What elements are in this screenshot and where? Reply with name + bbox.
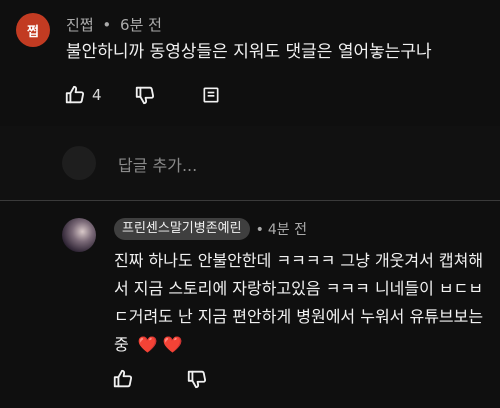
avatar[interactable]: 쩝 <box>16 13 50 47</box>
comment-meta: 진쩝 • 6분 전 <box>66 14 162 35</box>
reply-time[interactable]: 4분 전 <box>268 222 307 238</box>
thumbs-up-icon <box>113 369 133 388</box>
dislike-button[interactable] <box>132 82 158 108</box>
reply-input[interactable]: 답글 추가... <box>118 152 197 176</box>
thumbs-down-icon <box>135 86 154 105</box>
like-count: 4 <box>92 86 102 104</box>
comments-panel: 쩝 진쩝 • 6분 전 불안하니까 동영상들은 지워도 댓글은 열어놓는구나 4 <box>0 0 500 408</box>
channel-name-badge[interactable]: 프린센스말기병존예린 <box>114 218 250 240</box>
thumbs-up-icon <box>65 85 85 104</box>
meta-separator: • <box>255 222 264 238</box>
user-avatar <box>62 146 96 180</box>
like-button[interactable] <box>110 366 136 392</box>
meta-separator: • <box>102 16 112 34</box>
add-reply-row: 답글 추가... <box>0 126 500 201</box>
reply-avatar[interactable] <box>62 218 96 252</box>
thumbs-down-icon <box>187 370 207 389</box>
author-name[interactable]: 진쩝 <box>66 16 94 34</box>
dislike-button[interactable] <box>184 366 210 392</box>
reply-button[interactable] <box>198 82 224 108</box>
comment: 쩝 진쩝 • 6분 전 불안하니까 동영상들은 지워도 댓글은 열어놓는구나 4 <box>0 0 500 126</box>
reply-meta: 프린센스말기병존예린 • 4분 전 <box>114 218 307 240</box>
reply-text: 진짜 하나도 안불안한데 ㅋㅋㅋㅋ 그냥 개웃겨서 캡쳐해서 지금 스토리에 자… <box>114 247 488 359</box>
reply-comment: 프린센스말기병존예린 • 4분 전 진짜 하나도 안불안한데 ㅋㅋㅋㅋ 그냥 개웃… <box>0 201 500 408</box>
reply-actions <box>110 366 210 392</box>
reply-comment-icon <box>203 87 219 103</box>
reply-time-wrap: • 4분 전 <box>256 219 307 239</box>
comment-time[interactable]: 6분 전 <box>120 16 162 34</box>
comment-actions: 4 <box>62 82 224 108</box>
heart-emoji: ❤️ ❤️ <box>137 335 183 354</box>
comment-text: 불안하니까 동영상들은 지워도 댓글은 열어놓는구나 <box>66 42 432 62</box>
like-button[interactable] <box>62 82 88 108</box>
